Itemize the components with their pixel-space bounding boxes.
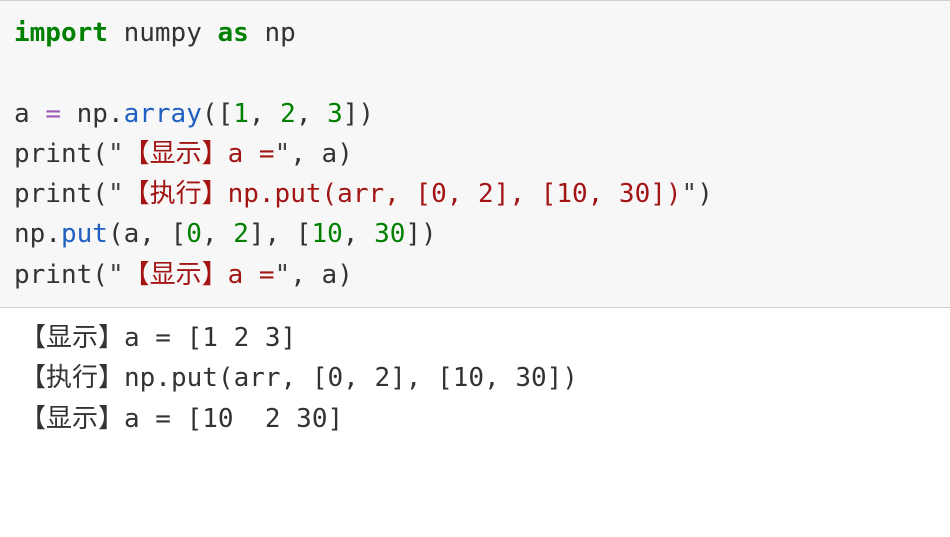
code-line-6: print("【显示】a =", a) bbox=[14, 260, 353, 290]
output-line-3: 【显示】a = [10 2 30] bbox=[20, 404, 343, 434]
punct: , bbox=[343, 219, 374, 249]
punct: ) bbox=[337, 260, 353, 290]
punct: , bbox=[290, 139, 321, 169]
punct: ( bbox=[92, 179, 108, 209]
quote-open: " bbox=[108, 139, 124, 169]
num-0: 0 bbox=[186, 219, 202, 249]
quote-open: " bbox=[108, 179, 124, 209]
punct: , bbox=[296, 99, 327, 129]
arg-a: a bbox=[124, 219, 140, 249]
code-line-5: np.put(a, [0, 2], [10, 30]) bbox=[14, 219, 437, 249]
num-30: 30 bbox=[374, 219, 405, 249]
punct: ]) bbox=[405, 219, 436, 249]
arg-a: a bbox=[322, 139, 338, 169]
fn-print: print bbox=[14, 179, 92, 209]
obj-np: np bbox=[77, 99, 108, 129]
dot: . bbox=[45, 219, 61, 249]
punct: , bbox=[202, 219, 233, 249]
module-numpy: numpy bbox=[124, 18, 202, 48]
quote-open: " bbox=[108, 260, 124, 290]
punct: ) bbox=[337, 139, 353, 169]
op-assign: = bbox=[45, 99, 61, 129]
num-2: 2 bbox=[280, 99, 296, 129]
punct: ( bbox=[108, 219, 124, 249]
dot: . bbox=[108, 99, 124, 129]
punct: ]) bbox=[343, 99, 374, 129]
arg-a: a bbox=[322, 260, 338, 290]
output-line-2: 【执行】np.put(arr, [0, 2], [10, 30]) bbox=[20, 363, 578, 393]
alias-np: np bbox=[264, 18, 295, 48]
obj-np: np bbox=[14, 219, 45, 249]
fn-print: print bbox=[14, 139, 92, 169]
punct: ], [ bbox=[249, 219, 312, 249]
code-block: import numpy as np a = np.array([1, 2, 3… bbox=[0, 0, 950, 308]
code-line-3: print("【显示】a =", a) bbox=[14, 139, 353, 169]
fn-print: print bbox=[14, 260, 92, 290]
num-2: 2 bbox=[233, 219, 249, 249]
num-3: 3 bbox=[327, 99, 343, 129]
code-line-4: print("【执行】np.put(arr, [0, 2], [10, 30])… bbox=[14, 179, 713, 209]
string-literal: 【显示】a = bbox=[124, 139, 275, 169]
fn-put: put bbox=[61, 219, 108, 249]
quote-close: " bbox=[275, 139, 291, 169]
punct: ([ bbox=[202, 99, 233, 129]
keyword-import: import bbox=[14, 18, 108, 48]
num-1: 1 bbox=[233, 99, 249, 129]
keyword-as: as bbox=[218, 18, 249, 48]
punct: ( bbox=[92, 139, 108, 169]
code-line-2: a = np.array([1, 2, 3]) bbox=[14, 99, 374, 129]
output-line-1: 【显示】a = [1 2 3] bbox=[20, 323, 296, 353]
num-10: 10 bbox=[311, 219, 342, 249]
var-a: a bbox=[14, 99, 30, 129]
string-literal: 【执行】np.put(arr, [0, 2], [10, 30]) bbox=[124, 179, 682, 209]
quote-close: " bbox=[275, 260, 291, 290]
output-block: 【显示】a = [1 2 3] 【执行】np.put(arr, [0, 2], … bbox=[0, 308, 950, 451]
punct: ) bbox=[697, 179, 713, 209]
punct: , bbox=[290, 260, 321, 290]
fn-array: array bbox=[124, 99, 202, 129]
quote-close: " bbox=[682, 179, 698, 209]
punct: , [ bbox=[139, 219, 186, 249]
string-literal: 【显示】a = bbox=[124, 260, 275, 290]
punct: , bbox=[249, 99, 280, 129]
code-line-1: import numpy as np bbox=[14, 18, 296, 48]
punct: ( bbox=[92, 260, 108, 290]
